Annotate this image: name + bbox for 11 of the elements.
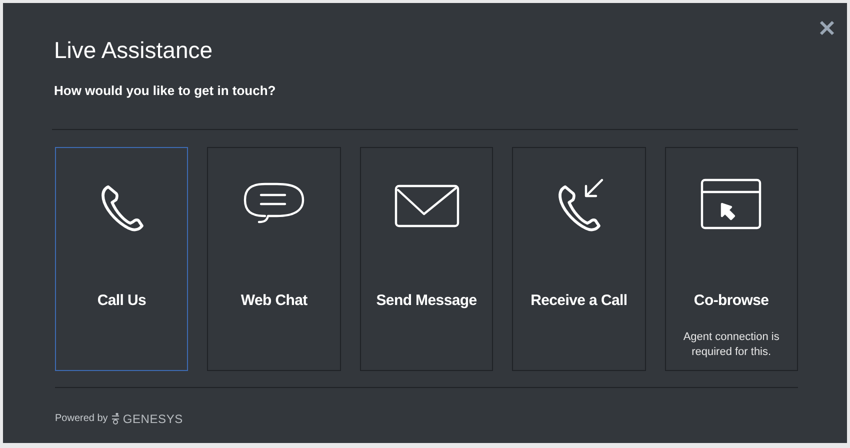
logo-icon (110, 412, 120, 424)
powered-by-text: Powered by (55, 412, 108, 426)
dialog-title: Live Assistance (54, 39, 214, 62)
contact-option[interactable]: Web Chat (207, 146, 341, 370)
contact-option[interactable]: Send Message (360, 146, 494, 370)
contact-option[interactable]: Co-browse Agent connection is required for this. (664, 146, 798, 370)
contact-option[interactable]: Call Us (55, 146, 188, 370)
brand-name: GENESYS (122, 410, 183, 428)
prompt-text: How would you like to get in touch? (54, 82, 277, 100)
contact-option[interactable]: Receive a Call (512, 146, 646, 370)
option-note: Agent connection is required for this. (682, 330, 780, 360)
